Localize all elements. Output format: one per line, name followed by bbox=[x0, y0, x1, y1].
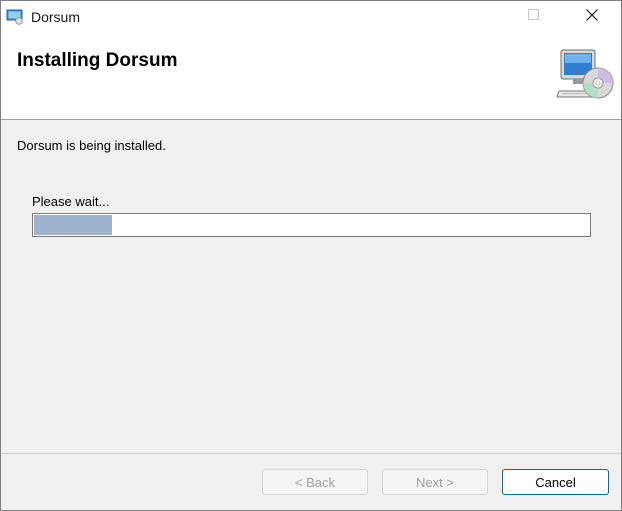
button-bar: < Back Next > Cancel bbox=[1, 453, 621, 510]
minimize-icon bbox=[459, 8, 469, 26]
please-wait-label: Please wait... bbox=[32, 194, 110, 209]
maximize-icon bbox=[528, 8, 540, 26]
progress-fill bbox=[34, 215, 112, 235]
page-title: Installing Dorsum bbox=[17, 50, 178, 71]
installer-app-icon bbox=[6, 9, 24, 25]
back-button[interactable]: < Back bbox=[262, 469, 368, 495]
close-icon bbox=[586, 8, 598, 26]
install-progress-bar bbox=[32, 213, 591, 237]
content-area: Dorsum is being installed. Please wait..… bbox=[1, 120, 621, 453]
window-title: Dorsum bbox=[31, 9, 81, 25]
title-bar[interactable]: Dorsum bbox=[1, 1, 621, 33]
install-status-text: Dorsum is being installed. bbox=[17, 138, 166, 153]
installer-window: Dorsum Installing Dorsum Dorsum is being… bbox=[0, 0, 622, 511]
minimize-button[interactable] bbox=[441, 1, 487, 33]
maximize-button[interactable] bbox=[511, 1, 557, 33]
cancel-button[interactable]: Cancel bbox=[502, 469, 609, 495]
computer-cd-icon bbox=[555, 47, 617, 103]
next-button[interactable]: Next > bbox=[382, 469, 488, 495]
header-banner: Installing Dorsum bbox=[1, 33, 621, 120]
close-button[interactable] bbox=[569, 1, 615, 33]
